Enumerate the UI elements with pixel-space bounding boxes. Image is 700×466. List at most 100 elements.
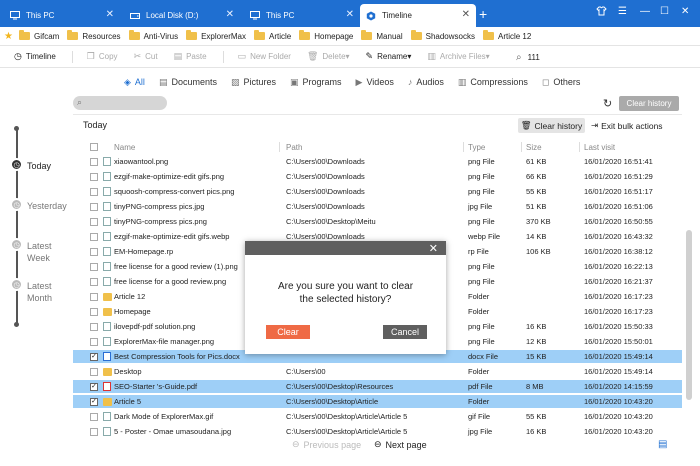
table-row[interactable]: squoosh-compress-convert pics.png C:\User… [73, 185, 682, 198]
tab-others[interactable]: ◻ Others [542, 77, 581, 88]
table-row[interactable]: Dark Mode of ExplorerMax.gif C:\Users\00\… [73, 410, 682, 423]
column-path[interactable]: Path [286, 143, 466, 152]
timeline-latest-week[interactable]: ◷ Latest Week [10, 238, 52, 264]
scrollbar-thumb[interactable] [686, 230, 692, 400]
clear-history-top-button[interactable]: Clear history [619, 96, 679, 111]
view-mode-icon[interactable]: ▤ [658, 439, 667, 450]
row-checkbox[interactable] [90, 172, 98, 181]
file-icon [103, 262, 111, 271]
confirm-clear-button[interactable]: Clear [266, 325, 310, 339]
close-icon[interactable]: ✕ [346, 9, 354, 20]
previous-page-button[interactable]: ⊖ Previous page [292, 439, 361, 450]
table-row[interactable]: ✓ Article 5 C:\Users\00\Desktop\Article Fol… [73, 395, 682, 408]
column-divider[interactable] [279, 142, 280, 152]
close-icon[interactable]: ✕ [462, 9, 470, 20]
row-checkbox[interactable] [90, 277, 98, 286]
close-icon[interactable]: ✕ [106, 9, 114, 20]
search-box[interactable]: ⌕ 111 [516, 49, 696, 65]
refresh-icon[interactable]: ↻ [603, 97, 612, 110]
cut-button[interactable]: ✂ Cut [134, 51, 158, 62]
bookmark-item[interactable]: ExplorerMax [186, 30, 246, 41]
table-row[interactable]: ezgif-make-optimize-edit gifs.png C:\User… [73, 170, 682, 183]
scrollbar[interactable] [686, 140, 692, 430]
bookmark-item[interactable]: Resources [67, 30, 121, 41]
row-checkbox[interactable] [90, 262, 98, 271]
row-checkbox[interactable] [90, 157, 98, 166]
row-checkbox[interactable] [90, 292, 98, 301]
table-row[interactable]: Desktop C:\Users\00 Folder 16/01/2020 15:49… [73, 365, 682, 378]
column-type[interactable]: Type [468, 143, 523, 152]
row-checkbox[interactable] [90, 367, 98, 376]
table-row[interactable]: tinyPNG-compress pics.jpg C:\Users\00\Dow… [73, 200, 682, 213]
bookmark-item[interactable]: Article [254, 30, 291, 41]
bookmark-item[interactable]: Homepage [299, 30, 353, 41]
next-page-button[interactable]: ⊖ Next page [374, 439, 427, 450]
row-checkbox[interactable]: ✓ [90, 397, 98, 406]
timeline-button[interactable]: ◷ Timeline [14, 51, 56, 62]
shirt-icon[interactable] [596, 6, 607, 19]
close-icon[interactable]: ✕ [429, 242, 438, 255]
paste-button[interactable]: ▤ Paste [174, 51, 207, 62]
column-name[interactable]: Name [114, 143, 284, 152]
row-checkbox[interactable] [90, 322, 98, 331]
row-checkbox[interactable] [90, 427, 98, 436]
close-window-icon[interactable]: ✕ [681, 6, 689, 17]
table-row[interactable]: tinyPNG-compress pics.png C:\Users\00\Des… [73, 215, 682, 228]
close-icon[interactable]: ✕ [226, 9, 234, 20]
tab-pictures[interactable]: ▨ Pictures [231, 77, 276, 88]
table-row[interactable]: ✓ SEO-Starter 's-Guide.pdf C:\Users\00\Des… [73, 380, 682, 393]
row-checkbox[interactable]: ✓ [90, 352, 98, 361]
table-row[interactable]: xiaowantool.png C:\Users\00\Downloads png … [73, 155, 682, 168]
minimize-icon[interactable]: — [640, 6, 650, 17]
column-size[interactable]: Size [526, 143, 581, 152]
row-checkbox[interactable] [90, 187, 98, 196]
tab-audios[interactable]: ♪ Audios [408, 77, 444, 87]
timeline-today[interactable]: ◷ Today [10, 158, 51, 172]
row-checkbox[interactable] [90, 247, 98, 256]
timeline-yesterday[interactable]: ◷ Yesterday [10, 198, 67, 212]
tab-compressions[interactable]: ▥ Compressions [458, 77, 528, 88]
row-checkbox[interactable] [90, 217, 98, 226]
delete-button[interactable]: 🗑 Delete ▾ [307, 51, 350, 62]
select-all-checkbox[interactable] [90, 143, 98, 151]
row-checkbox[interactable] [90, 337, 98, 346]
new-folder-button[interactable]: ▭ New Folder [238, 51, 291, 62]
search-input[interactable]: 111 [528, 53, 540, 62]
timeline-latest-month[interactable]: ◷ Latest Month [10, 278, 52, 304]
row-checkbox[interactable] [90, 202, 98, 211]
tab-this-pc-1[interactable]: This PC ✕ [4, 4, 120, 27]
tab-videos[interactable]: ▶ Videos [356, 77, 394, 88]
tab-all[interactable]: ◈ All [124, 77, 145, 88]
tab-programs[interactable]: ▣ Programs [290, 77, 342, 88]
row-checkbox[interactable] [90, 307, 98, 316]
tab-timeline[interactable]: Timeline ✕ [360, 4, 476, 27]
tab-local-disk[interactable]: Local Disk (D:) ✕ [124, 4, 240, 27]
archive-files-button[interactable]: ▥ Archive Files ▾ [427, 51, 489, 62]
rename-button[interactable]: ✎ Rename ▾ [366, 51, 412, 62]
maximize-icon[interactable]: ☐ [660, 6, 669, 17]
column-divider[interactable] [579, 142, 580, 152]
bookmark-item[interactable]: Manual [361, 30, 403, 41]
row-checkbox[interactable]: ✓ [90, 382, 98, 391]
bookmark-item[interactable]: Shadowsocks [410, 30, 475, 41]
bookmark-item[interactable]: Gifcam [18, 30, 59, 41]
bookmark-item[interactable]: Article 12 [482, 30, 531, 41]
row-checkbox[interactable] [90, 232, 98, 241]
tab-this-pc-2[interactable]: This PC ✕ [244, 4, 360, 27]
row-checkbox[interactable] [90, 412, 98, 421]
table-row[interactable]: 5 - Poster - Omae umasoudana.jpg C:\Users… [73, 425, 682, 438]
exit-bulk-actions-button[interactable]: ⇥ Exit bulk actions [591, 118, 663, 133]
new-tab-button[interactable]: + [479, 6, 487, 22]
star-icon[interactable]: ★ [4, 31, 13, 42]
clear-history-button[interactable]: 🗑 Clear history [518, 118, 585, 133]
tab-documents[interactable]: ▤ Documents [159, 77, 217, 88]
menu-icon[interactable]: ☰ [618, 6, 627, 17]
bookmark-item[interactable]: Anti-Virus [128, 30, 178, 41]
column-divider[interactable] [463, 142, 464, 152]
document-icon: ▤ [158, 76, 168, 87]
filter-search-input[interactable]: ⌕ [73, 96, 167, 110]
column-last-visit[interactable]: Last visit [584, 143, 679, 152]
column-divider[interactable] [521, 142, 522, 152]
cancel-button[interactable]: Cancel [383, 325, 427, 339]
copy-button[interactable]: ❐ Copy [87, 51, 118, 62]
